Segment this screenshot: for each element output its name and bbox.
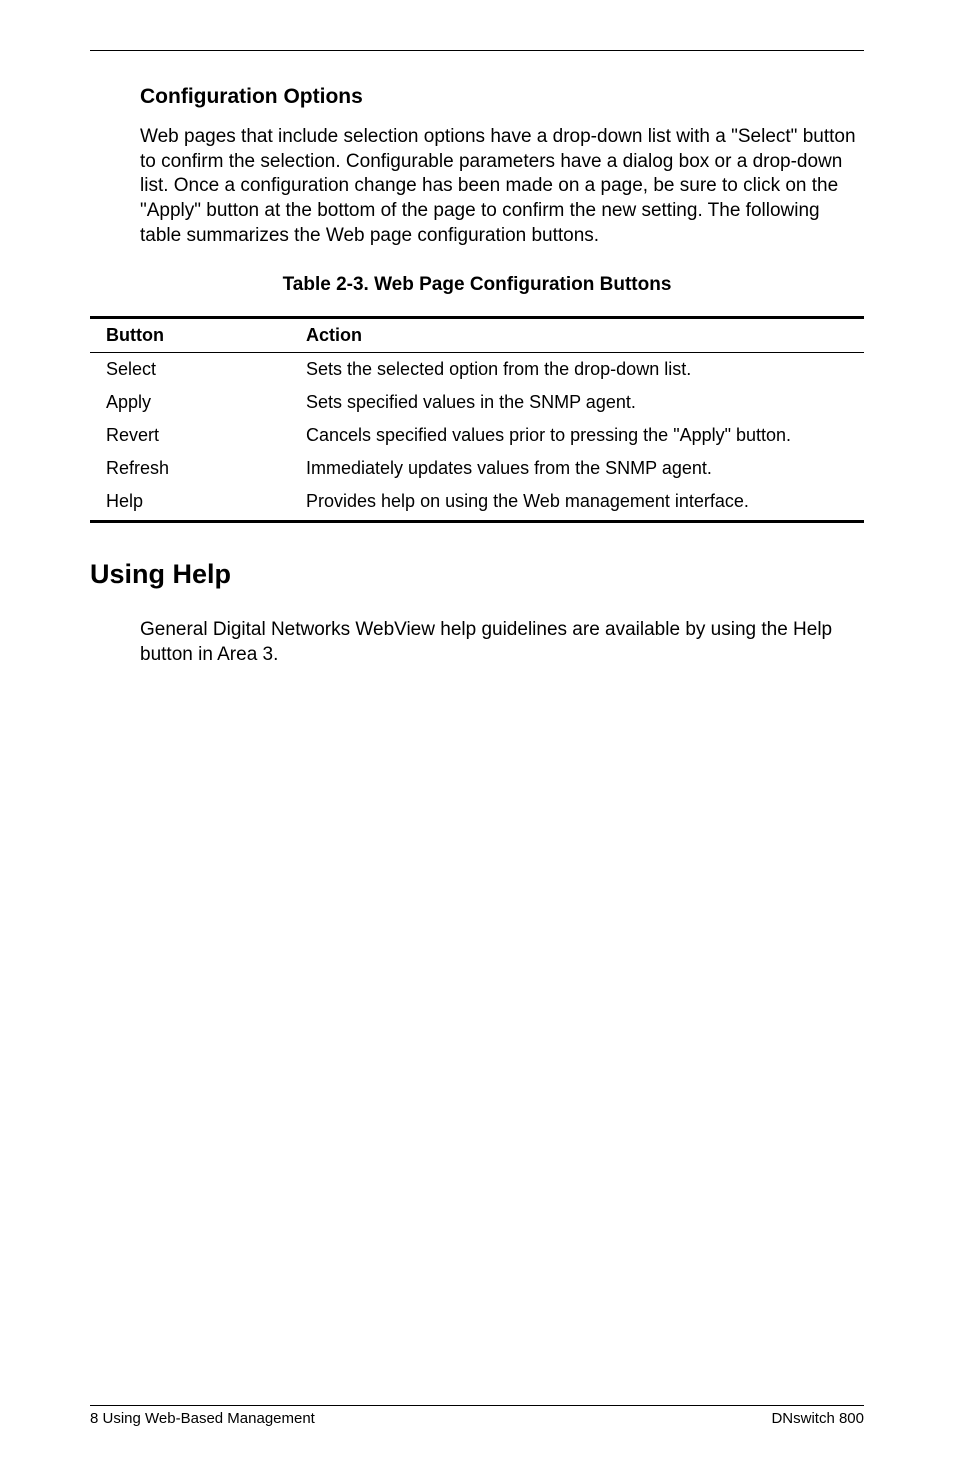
table-cell-button: Help: [90, 485, 290, 522]
footer-left: 8 Using Web-Based Management: [90, 1410, 315, 1427]
table-cell-button: Refresh: [90, 452, 290, 485]
table-cell-action: Cancels specified values prior to pressi…: [290, 419, 864, 452]
table-cell-action: Sets specified values in the SNMP agent.: [290, 386, 864, 419]
config-buttons-table: Button Action Select Sets the selected o…: [90, 316, 864, 523]
table-header-button: Button: [90, 318, 290, 353]
table-cell-action: Sets the selected option from the drop-d…: [290, 353, 864, 387]
table-cell-button: Revert: [90, 419, 290, 452]
footer-rule: [90, 1405, 864, 1406]
using-help-heading: Using Help: [90, 559, 864, 590]
configuration-options-heading: Configuration Options: [140, 85, 864, 109]
configuration-options-body: Web pages that include selection options…: [140, 125, 864, 248]
table-cell-action: Provides help on using the Web managemen…: [290, 485, 864, 522]
table-row: Select Sets the selected option from the…: [90, 353, 864, 387]
table-cell-button: Select: [90, 353, 290, 387]
table-cell-button: Apply: [90, 386, 290, 419]
top-horizontal-rule: [90, 50, 864, 51]
table-row: Revert Cancels specified values prior to…: [90, 419, 864, 452]
table-row: Refresh Immediately updates values from …: [90, 452, 864, 485]
table-caption: Table 2-3. Web Page Configuration Button…: [90, 274, 864, 296]
page-footer: 8 Using Web-Based Management DNswitch 80…: [90, 1405, 864, 1427]
table-cell-action: Immediately updates values from the SNMP…: [290, 452, 864, 485]
table-row: Help Provides help on using the Web mana…: [90, 485, 864, 522]
table-header-row: Button Action: [90, 318, 864, 353]
table-row: Apply Sets specified values in the SNMP …: [90, 386, 864, 419]
table-header-action: Action: [290, 318, 864, 353]
using-help-body: General Digital Networks WebView help gu…: [140, 618, 864, 667]
footer-right: DNswitch 800: [771, 1410, 864, 1427]
